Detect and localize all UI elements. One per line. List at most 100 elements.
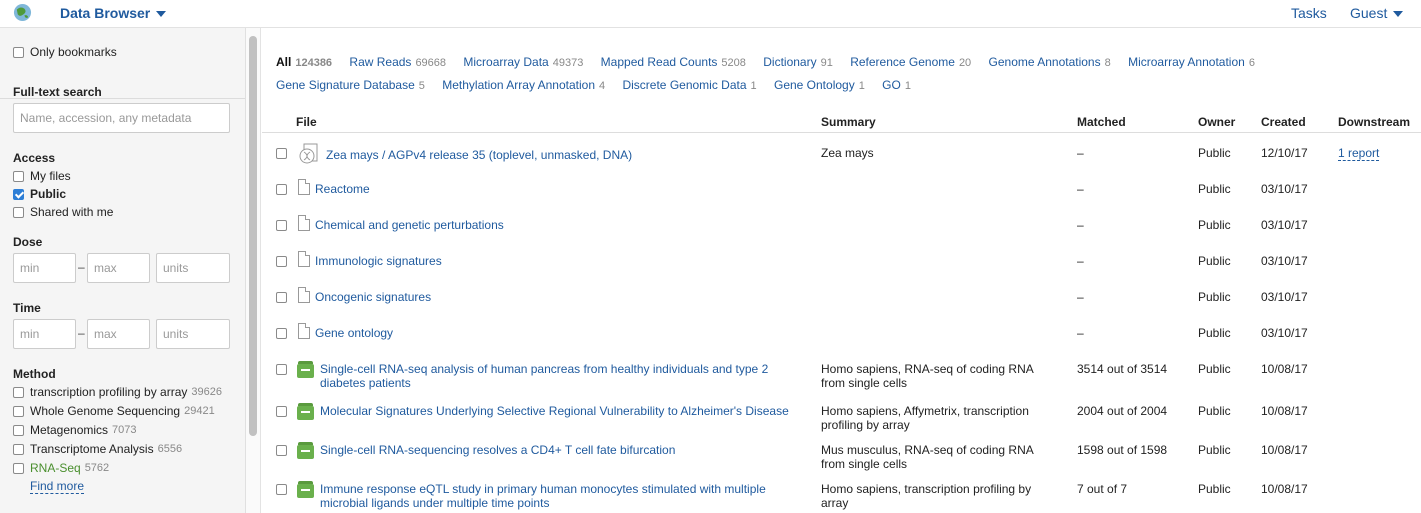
row-checkbox[interactable] (276, 148, 287, 159)
matched-text: – (1077, 182, 1084, 196)
fulltext-search-input[interactable]: Name, accession, any metadata (13, 103, 230, 133)
column-header-file[interactable]: File (296, 115, 317, 129)
method-checkbox[interactable] (13, 424, 24, 436)
fulltext-search-title: Full-text search (13, 85, 102, 99)
created-date: 03/10/17 (1261, 290, 1308, 304)
file-link[interactable]: Immune response eQTL study in primary hu… (320, 482, 766, 496)
row-checkbox[interactable] (276, 445, 287, 456)
scrollbar-thumb[interactable] (249, 36, 257, 436)
filter-genome-annotations[interactable]: Genome Annotations 8 (989, 55, 1111, 69)
filter-gene-ontology[interactable]: Gene Ontology 1 (774, 78, 865, 92)
app-logo-icon[interactable] (13, 3, 32, 22)
matched-text: 1598 out of 1598 (1077, 443, 1168, 457)
file-link[interactable]: Molecular Signatures Underlying Selectiv… (320, 404, 789, 418)
created-date: 03/10/17 (1261, 182, 1308, 196)
file-link[interactable]: Chemical and genetic perturbations (315, 218, 504, 232)
sidebar-scrollbar[interactable] (246, 28, 261, 513)
filter-discrete-genomic-data[interactable]: Discrete Genomic Data 1 (622, 78, 756, 92)
filter-microarray-data[interactable]: Microarray Data 49373 (463, 55, 583, 69)
dose-units-input[interactable]: units (156, 253, 230, 283)
filter-count: 1 (750, 80, 757, 92)
file-link-continued[interactable]: diabetes patients (320, 376, 411, 390)
filter-label: Gene Ontology (773, 78, 855, 92)
column-header-owner[interactable]: Owner (1198, 115, 1235, 129)
row-checkbox[interactable] (276, 364, 287, 375)
method-checkbox[interactable] (13, 405, 24, 417)
method-checkbox[interactable] (13, 462, 24, 474)
file-link[interactable]: Reactome (315, 182, 370, 196)
column-header-created[interactable]: Created (1261, 115, 1306, 129)
column-header-matched[interactable]: Matched (1077, 115, 1126, 129)
time-max-input[interactable]: max (87, 319, 150, 349)
method-option[interactable]: RNA-Seq 5762 (13, 461, 109, 475)
file-link[interactable]: Oncogenic signatures (315, 290, 431, 304)
summary-text: Zea mays (821, 146, 874, 160)
filter-count: 8 (1104, 57, 1111, 69)
filter-reference-genome[interactable]: Reference Genome 20 (850, 55, 971, 69)
filter-microarray-annotation[interactable]: Microarray Annotation 6 (1128, 55, 1255, 69)
matched-text: – (1077, 218, 1084, 232)
filter-label: GO (882, 78, 901, 92)
method-option[interactable]: Whole Genome Sequencing 29421 (13, 404, 215, 418)
row-checkbox[interactable] (276, 256, 287, 267)
filter-count: 20 (958, 57, 972, 69)
only-bookmarks-option[interactable]: Only bookmarks (13, 45, 117, 59)
file-link[interactable]: Single-cell RNA-sequencing resolves a CD… (320, 443, 675, 457)
access-option-my-files[interactable]: My files (13, 169, 71, 183)
dose-min-input[interactable]: min (13, 253, 76, 283)
time-units-input[interactable]: units (156, 319, 230, 349)
filter-label: Discrete Genomic Data (622, 78, 747, 92)
method-checkbox[interactable] (13, 443, 24, 455)
filter-all[interactable]: All 124386 (276, 55, 332, 69)
column-header-summary[interactable]: Summary (821, 115, 876, 129)
row-checkbox[interactable] (276, 220, 287, 231)
file-link-continued[interactable]: microbial ligands under multiple time po… (320, 496, 549, 510)
file-link[interactable]: Gene ontology (315, 326, 393, 340)
filter-gene-signature-database[interactable]: Gene Signature Database 5 (276, 78, 425, 92)
method-option[interactable]: Metagenomics 7073 (13, 423, 137, 437)
dose-max-input[interactable]: max (87, 253, 150, 283)
filter-go[interactable]: GO 1 (882, 78, 911, 92)
owner-text: Public (1198, 182, 1231, 196)
filter-mapped-read-counts[interactable]: Mapped Read Counts 5208 (601, 55, 746, 69)
method-checkbox[interactable] (13, 386, 24, 398)
owner-text: Public (1198, 218, 1231, 232)
row-checkbox[interactable] (276, 484, 287, 495)
row-checkbox[interactable] (276, 292, 287, 303)
method-option[interactable]: Transcriptome Analysis 6556 (13, 442, 182, 456)
shared-with-me-checkbox[interactable] (13, 206, 24, 218)
column-header-downstream[interactable]: Downstream (1338, 115, 1410, 129)
filter-count: 69668 (415, 57, 447, 69)
access-option-public[interactable]: Public (13, 187, 66, 201)
row-checkbox[interactable] (276, 406, 287, 417)
filter-count: 124386 (295, 57, 333, 69)
my-files-checkbox[interactable] (13, 170, 24, 182)
downstream-report-link[interactable]: 1 report (1338, 146, 1380, 161)
guest-menu[interactable]: Guest (1350, 5, 1404, 21)
access-option-shared[interactable]: Shared with me (13, 205, 113, 219)
filter-label: Dictionary (763, 55, 817, 69)
owner-text: Public (1198, 362, 1231, 376)
filter-methylation-array-annotation[interactable]: Methylation Array Annotation 4 (442, 78, 605, 92)
filter-count: 1 (904, 80, 911, 92)
tasks-link[interactable]: Tasks (1291, 5, 1327, 21)
filter-raw-reads[interactable]: Raw Reads 69668 (349, 55, 446, 69)
file-link[interactable]: Immunologic signatures (315, 254, 442, 268)
find-more-link[interactable]: Find more (30, 480, 85, 494)
data-browser-menu[interactable]: Data Browser (60, 5, 167, 21)
filter-count: 5208 (721, 57, 746, 69)
row-checkbox[interactable] (276, 328, 287, 339)
guest-label: Guest (1350, 5, 1388, 21)
file-link[interactable]: Zea mays / AGPv4 release 35 (toplevel, u… (326, 148, 632, 162)
file-link[interactable]: Single-cell RNA-seq analysis of human pa… (320, 362, 768, 376)
public-checkbox[interactable] (13, 188, 24, 200)
filter-label: Genome Annotations (988, 55, 1101, 69)
created-date: 03/10/17 (1261, 254, 1308, 268)
time-min-input[interactable]: min (13, 319, 76, 349)
only-bookmarks-checkbox[interactable] (13, 46, 24, 58)
filter-dictionary[interactable]: Dictionary 91 (763, 55, 833, 69)
row-checkbox[interactable] (276, 184, 287, 195)
data-browser-label: Data Browser (60, 5, 151, 21)
method-option[interactable]: transcription profiling by array 39626 (13, 385, 222, 399)
filter-label: Raw Reads (349, 55, 412, 69)
